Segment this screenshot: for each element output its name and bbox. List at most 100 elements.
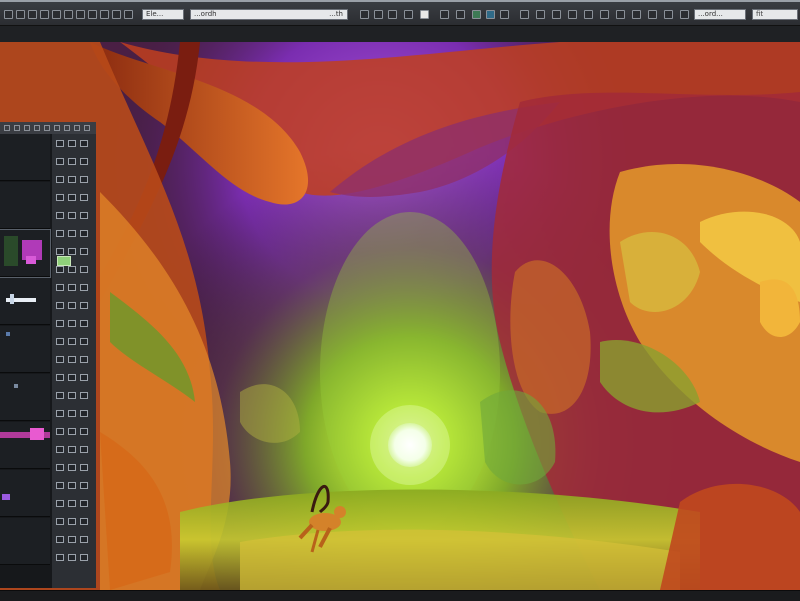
- path-field[interactable]: ...ordh ...th: [190, 9, 348, 20]
- tool-icon[interactable]: [56, 302, 64, 309]
- tool-icon[interactable]: [56, 356, 64, 363]
- tool-icon[interactable]: [80, 248, 88, 255]
- panel-up-icon[interactable]: [54, 125, 60, 131]
- tool-icon[interactable]: [68, 374, 76, 381]
- brush-icon[interactable]: [124, 10, 133, 19]
- grid-icon[interactable]: [100, 10, 109, 19]
- panel-lock-icon[interactable]: [74, 125, 80, 131]
- layer-thumbnail[interactable]: [0, 326, 50, 373]
- tool-icon[interactable]: [56, 284, 64, 291]
- tool-icon[interactable]: [56, 320, 64, 327]
- tool-icon[interactable]: [56, 212, 64, 219]
- tool-icon[interactable]: [68, 536, 76, 543]
- painting-canvas[interactable]: [0, 42, 800, 590]
- tool-icon[interactable]: [80, 356, 88, 363]
- panel-down-icon[interactable]: [64, 125, 70, 131]
- tool-icon[interactable]: [80, 464, 88, 471]
- tool-icon[interactable]: [80, 338, 88, 345]
- tool-icon[interactable]: [80, 230, 88, 237]
- tool-icon[interactable]: [56, 194, 64, 201]
- tool-icon[interactable]: [80, 176, 88, 183]
- green-swatch-icon[interactable]: [472, 10, 481, 19]
- tool-icon[interactable]: [80, 554, 88, 561]
- tool-icon[interactable]: [56, 248, 64, 255]
- layer-thumbnail[interactable]: [0, 518, 50, 565]
- tool-icon[interactable]: [80, 536, 88, 543]
- tool-icon[interactable]: [56, 428, 64, 435]
- panel-list-icon[interactable]: [24, 125, 30, 131]
- eraser-icon[interactable]: [552, 10, 561, 19]
- tool-icon[interactable]: [80, 482, 88, 489]
- tool-icon[interactable]: [68, 176, 76, 183]
- layer-thumbnail[interactable]: [0, 374, 50, 421]
- open-file-icon[interactable]: [52, 10, 61, 19]
- move-icon[interactable]: [600, 10, 609, 19]
- zoom-field[interactable]: fit: [752, 9, 798, 20]
- tool-icon[interactable]: [68, 500, 76, 507]
- tool-icon[interactable]: [68, 482, 76, 489]
- tool-icon[interactable]: [80, 428, 88, 435]
- tool-icon[interactable]: [68, 266, 76, 273]
- zoom-in-icon[interactable]: [360, 10, 369, 19]
- tool-icon[interactable]: [68, 428, 76, 435]
- save-icon[interactable]: [64, 10, 73, 19]
- tool-icon[interactable]: [80, 374, 88, 381]
- tool-icon[interactable]: [68, 230, 76, 237]
- tool-icon[interactable]: [56, 338, 64, 345]
- tool-icon[interactable]: [68, 554, 76, 561]
- new-file-icon[interactable]: [40, 10, 49, 19]
- menu-icon[interactable]: [4, 10, 13, 19]
- tool-icon[interactable]: [56, 518, 64, 525]
- tool-icon[interactable]: [68, 392, 76, 399]
- layer-thumbnail[interactable]: [0, 182, 50, 229]
- tool-icon[interactable]: [80, 302, 88, 309]
- tool-icon[interactable]: [56, 374, 64, 381]
- tool-icon[interactable]: [56, 536, 64, 543]
- fill-icon[interactable]: [568, 10, 577, 19]
- lasso-icon[interactable]: [616, 10, 625, 19]
- frame-icon[interactable]: [500, 10, 509, 19]
- mirror-icon[interactable]: [680, 10, 689, 19]
- layer-thumbnail[interactable]: [0, 422, 50, 469]
- tool-icon[interactable]: [56, 266, 64, 273]
- tool-icon[interactable]: [80, 194, 88, 201]
- export-icon[interactable]: [76, 10, 85, 19]
- tool-icon[interactable]: [68, 320, 76, 327]
- tool-icon[interactable]: [56, 482, 64, 489]
- tool-icon[interactable]: [80, 518, 88, 525]
- fit-icon[interactable]: [388, 10, 397, 19]
- green-swatch-icon[interactable]: [57, 256, 71, 266]
- tool-icon[interactable]: [80, 320, 88, 327]
- tool-icon[interactable]: [56, 500, 64, 507]
- tool-icon[interactable]: [80, 212, 88, 219]
- search-field[interactable]: ...ord...: [694, 9, 746, 20]
- rotate-icon[interactable]: [404, 10, 413, 19]
- tool-icon[interactable]: [68, 194, 76, 201]
- layer-thumbnail[interactable]: [0, 229, 51, 278]
- tool-icon[interactable]: [56, 392, 64, 399]
- tool-icon[interactable]: [68, 410, 76, 417]
- tool-icon[interactable]: [56, 554, 64, 561]
- text-tool-icon[interactable]: [520, 10, 529, 19]
- panel-menu-icon[interactable]: [4, 125, 10, 131]
- crop-icon[interactable]: [440, 10, 449, 19]
- tool-icon[interactable]: [56, 410, 64, 417]
- zoom-out-icon[interactable]: [374, 10, 383, 19]
- hand-icon[interactable]: [632, 10, 641, 19]
- tool-icon[interactable]: [68, 212, 76, 219]
- tool-icon[interactable]: [68, 446, 76, 453]
- layers-icon[interactable]: [112, 10, 121, 19]
- tool-icon[interactable]: [56, 446, 64, 453]
- tool-icon[interactable]: [80, 500, 88, 507]
- tool-icon[interactable]: [68, 464, 76, 471]
- tool-icon[interactable]: [80, 392, 88, 399]
- transform-icon[interactable]: [648, 10, 657, 19]
- tool-icon[interactable]: [80, 140, 88, 147]
- tool-icon[interactable]: [68, 302, 76, 309]
- tool-icon[interactable]: [80, 446, 88, 453]
- tool-icon[interactable]: [56, 176, 64, 183]
- app-label-field[interactable]: Ele...: [142, 9, 184, 20]
- undo-icon[interactable]: [16, 10, 25, 19]
- tool-icon[interactable]: [80, 410, 88, 417]
- eyedropper-icon[interactable]: [584, 10, 593, 19]
